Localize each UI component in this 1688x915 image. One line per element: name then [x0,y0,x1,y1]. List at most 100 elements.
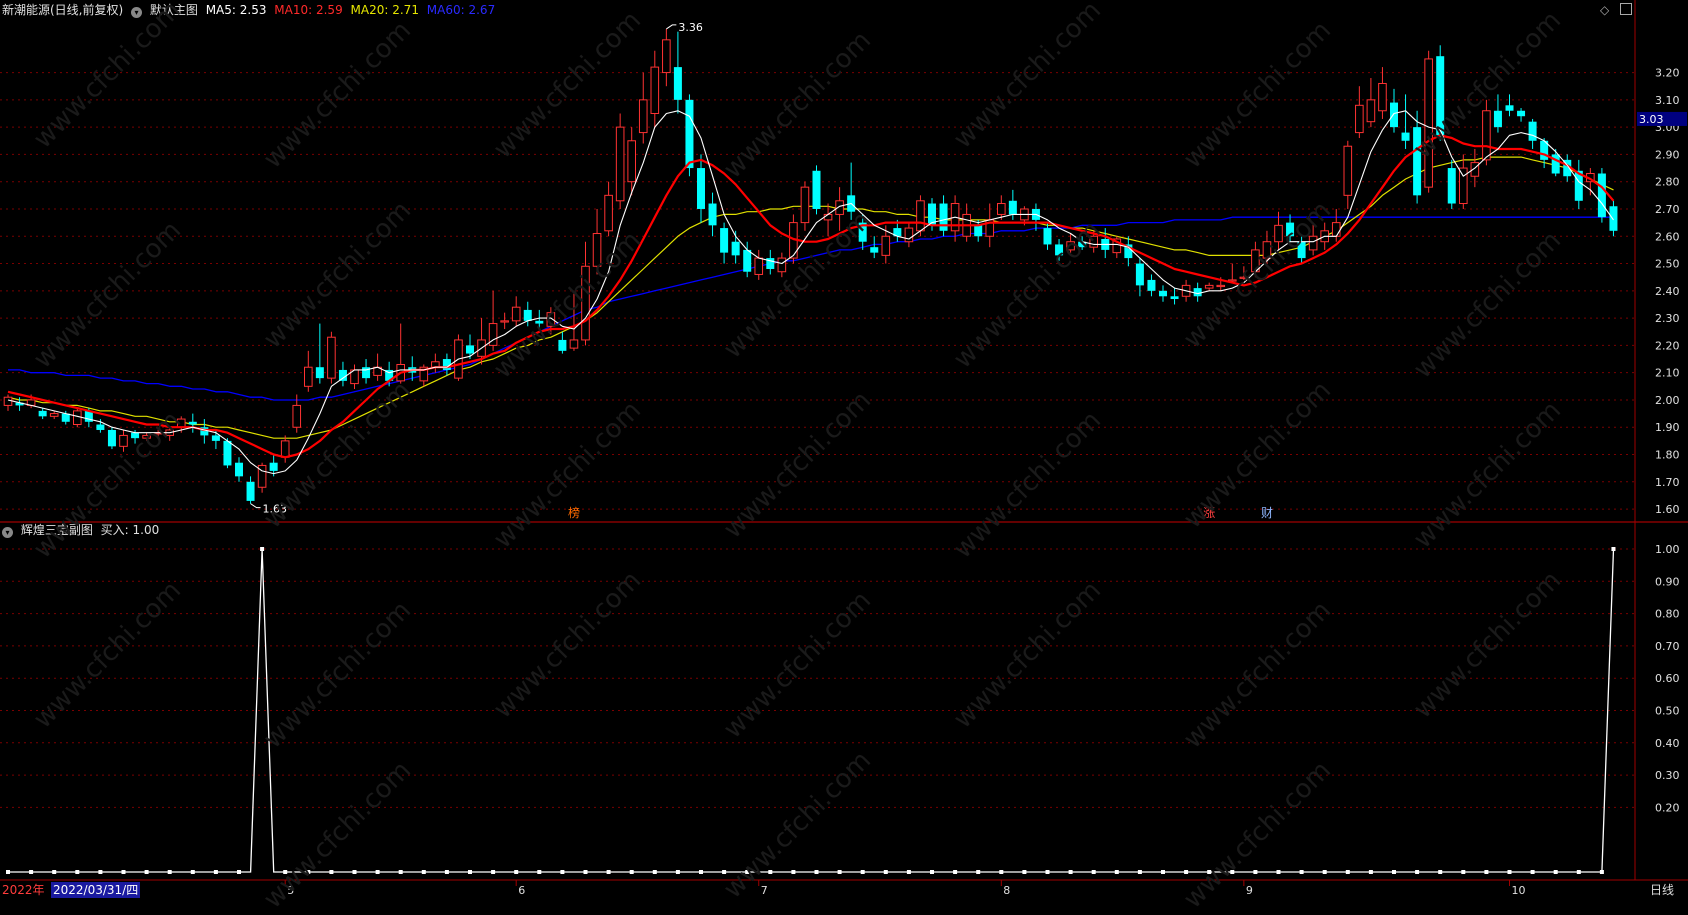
candle-body-up[interactable] [1331,222,1341,237]
candle-body-down[interactable] [708,203,717,226]
candle-body-up[interactable] [1216,284,1226,288]
candle-body-down[interactable] [211,435,220,441]
candle-body-down[interactable] [1286,222,1295,237]
candle-body-down[interactable] [1008,200,1017,215]
candle-body-up[interactable] [176,418,186,428]
candle-body-down[interactable] [1493,110,1502,128]
candle-body-down[interactable] [1436,56,1445,136]
candle-body-down[interactable] [812,170,821,209]
candle-body-down[interactable] [223,440,232,466]
candle-body-up[interactable] [500,320,509,323]
candle-body-up[interactable] [604,194,613,232]
candle-body-up[interactable] [1366,99,1376,123]
candle-body-down[interactable] [1043,228,1052,245]
candle-body-down[interactable] [939,203,948,231]
chart-canvas[interactable]: 3.203.103.002.902.802.702.602.502.402.30… [0,0,1688,898]
candle-body-up[interactable] [327,336,336,379]
candle-body-down[interactable] [1597,173,1606,218]
candle-body-down[interactable] [1170,296,1179,300]
candle-body-up[interactable] [3,396,13,406]
candle-body-down[interactable] [743,249,752,272]
candle-body-down[interactable] [535,320,544,324]
candle-body-down[interactable] [96,424,105,430]
candle-body-up[interactable] [904,227,914,243]
diamond-icon[interactable]: ◇ [1600,3,1609,17]
candle-body-down[interactable] [558,339,567,351]
candle-body-up[interactable] [49,413,59,417]
candle-body-down[interactable] [1297,241,1306,259]
candle-body-up[interactable] [292,404,302,428]
candle-body-down[interactable] [731,241,740,256]
candle-body-up[interactable] [1239,276,1249,279]
candle-body-up[interactable] [1066,241,1075,251]
candle-body-up[interactable] [1274,224,1283,243]
candle-body-up[interactable] [1262,241,1272,259]
event-marker[interactable]: 涨 [1203,505,1215,520]
candle-body-down[interactable] [131,432,140,439]
candle-body-down[interactable] [1390,102,1398,128]
candle-body-up[interactable] [638,99,648,134]
candle-body-down[interactable] [974,225,983,237]
candle-body-up[interactable] [1482,110,1491,161]
candle-body-up[interactable] [1424,58,1433,188]
candle-body-up[interactable] [569,339,579,349]
candle-body-up[interactable] [881,235,891,256]
event-marker[interactable]: 榜 [568,505,580,520]
candle-body-down[interactable] [235,462,243,477]
event-marker[interactable]: 财 [1261,506,1273,520]
restore-window-icon[interactable] [1620,3,1632,15]
candle-body-down[interactable] [1528,121,1537,141]
candle-body-down[interactable] [1159,290,1167,297]
candle-body-up[interactable] [1089,235,1099,248]
candle-body-down[interactable] [269,462,278,471]
candle-body-up[interactable] [511,306,521,322]
candle-body-up[interactable] [754,257,764,275]
candle-body-up[interactable] [1308,235,1318,251]
candle-body-down[interactable] [1401,132,1410,141]
candle-body-up[interactable] [1204,284,1214,289]
candle-body-down[interactable] [338,369,347,381]
candle-body-down[interactable] [720,228,729,253]
candle-body-up[interactable] [119,434,128,447]
candle-body-down[interactable] [1551,154,1560,174]
candle-body-up[interactable] [581,265,590,341]
candle-body-down[interactable] [673,67,682,100]
candle-body-up[interactable] [280,440,290,458]
candle-body-up[interactable] [1343,145,1353,196]
candle-body-down[interactable] [1447,168,1456,204]
candle-body-down[interactable] [188,421,197,425]
candle-body-down[interactable] [1517,110,1526,117]
candle-body-up[interactable] [142,434,151,439]
candle-body-up[interactable] [662,39,671,74]
candle-body-up[interactable] [823,213,833,221]
candle-body-up[interactable] [997,203,1006,215]
candle-body-down[interactable] [246,481,255,501]
collapse-circle-icon[interactable]: ▾ [2,527,13,538]
candle-body-down[interactable] [38,410,47,417]
candle-body-down[interactable] [685,99,694,169]
candle-body-up[interactable] [304,366,313,387]
stock-chart-window[interactable]: 3.20 3.10 3.00 2.90 2.80 2.70 2.60 2.50 2.40 2.30… [0,0,1688,915]
candle-body-down[interactable] [1055,244,1064,256]
candle-body-down[interactable] [1147,279,1156,291]
candle-body-up[interactable] [800,186,810,224]
candle-body-down[interactable] [870,247,879,253]
collapse-circle-icon[interactable]: ▾ [131,7,143,18]
candle-body-down[interactable] [1609,206,1618,231]
candle-body-up[interactable] [650,66,660,114]
candle-body-up[interactable] [627,140,637,183]
candle-body-up[interactable] [1355,104,1364,134]
candle-body-down[interactable] [1135,263,1144,286]
candle-body-up[interactable] [592,233,602,267]
period-label[interactable]: 日线 [1650,882,1674,898]
candle-body-down[interactable] [1413,127,1422,196]
candle-body-down[interactable] [315,367,324,379]
candle-body-up[interactable] [1378,82,1387,112]
candle-body-down[interactable] [442,359,451,370]
candle-body-down[interactable] [61,413,70,422]
chart-label[interactable]: 默认主图 [150,3,198,17]
candle-body-up[interactable] [73,410,82,426]
candle-body-down[interactable] [1193,288,1202,297]
candle-body-down[interactable] [697,168,705,209]
candle-body-down[interactable] [523,309,532,321]
